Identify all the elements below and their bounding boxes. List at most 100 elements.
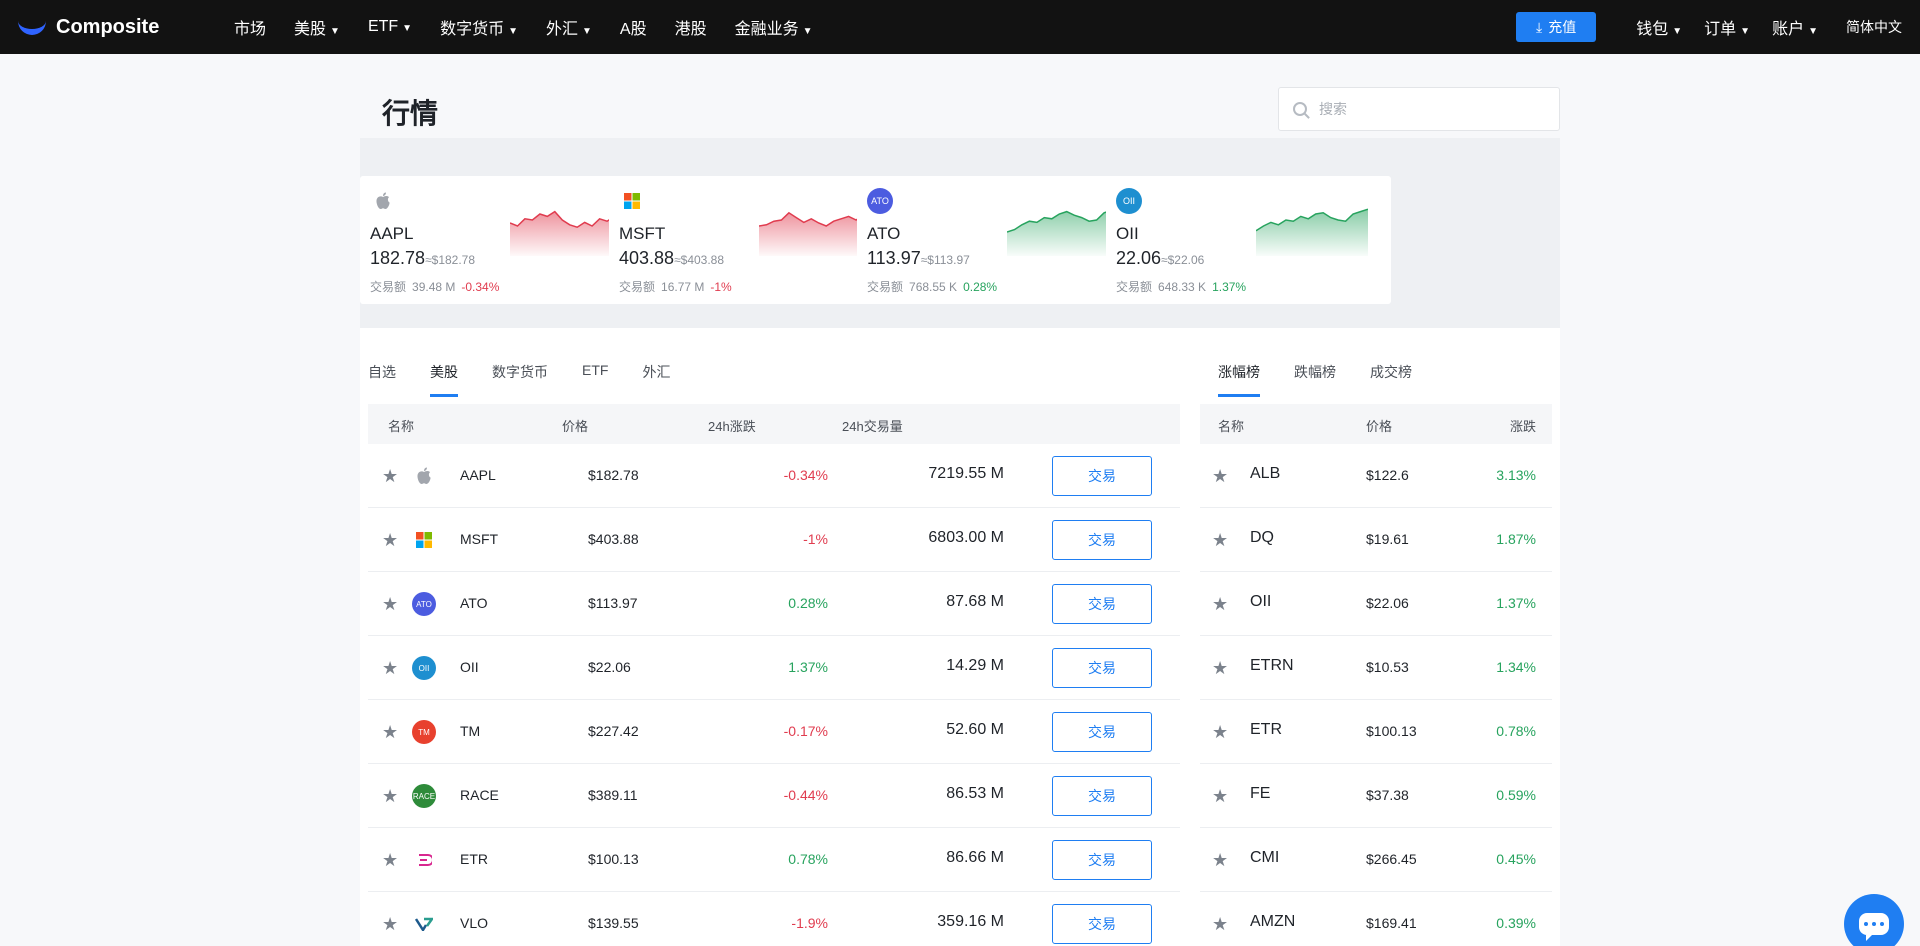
microsoft-icon — [412, 528, 436, 552]
star-icon[interactable]: ★ — [382, 722, 398, 743]
language-selector[interactable]: 简体中文 — [1846, 17, 1902, 37]
microsoft-icon — [619, 188, 645, 214]
table-row[interactable]: ★ MSFT $403.88 -1% 6803.00 M 交易 — [368, 508, 1180, 572]
ticker-card-ato[interactable]: ATO ATO 113.97≈$113.97 交易额 768.55 K 0.28% — [857, 176, 1142, 304]
star-icon[interactable]: ★ — [382, 914, 398, 935]
brand-logo[interactable]: Composite — [18, 16, 208, 39]
star-icon[interactable]: ★ — [1212, 722, 1228, 743]
row-change: 0.39% — [1496, 915, 1536, 931]
table-row[interactable]: ★ ALB $122.6 3.13% — [1200, 444, 1552, 508]
chevron-down-icon: ▼ — [330, 26, 340, 37]
market-table-header: 名称 价格 24h涨跌 24h交易量 — [368, 404, 1180, 444]
table-row[interactable]: ★ VLO $139.55 -1.9% 359.16 M 交易 — [368, 892, 1180, 946]
trade-button[interactable]: 交易 — [1052, 648, 1152, 688]
ticker-approx: ≈$113.97 — [920, 253, 970, 267]
table-row[interactable]: ★ OII $22.06 1.37% — [1200, 572, 1552, 636]
market-tables: 自选 美股 数字货币 ETF 外汇 名称 价格 24h涨跌 24h交易量 ★ AAPL $1… — [360, 328, 1560, 946]
trade-button[interactable]: 交易 — [1052, 776, 1152, 816]
table-row[interactable]: ★ ETRN $10.53 1.34% — [1200, 636, 1552, 700]
search-box[interactable] — [1278, 87, 1560, 131]
nav-item-4[interactable]: 外汇 ▼ — [546, 15, 592, 39]
trade-button[interactable]: 交易 — [1052, 712, 1152, 752]
star-icon[interactable]: ★ — [382, 786, 398, 807]
star-icon[interactable]: ★ — [1212, 850, 1228, 871]
row-price: $100.13 — [588, 851, 639, 867]
row-price: $403.88 — [588, 531, 639, 547]
row-price: $10.53 — [1366, 659, 1409, 675]
col-price: 价格 — [1366, 419, 1393, 434]
star-icon[interactable]: ★ — [1212, 914, 1228, 935]
trade-button[interactable]: 交易 — [1052, 520, 1152, 560]
tab-market_tabs-2[interactable]: 数字货币 — [492, 362, 548, 397]
table-row[interactable]: ★ DQ $19.61 1.87% — [1200, 508, 1552, 572]
row-symbol: ATO — [460, 595, 488, 611]
table-row[interactable]: ★ ATO ATO $113.97 0.28% 87.68 M 交易 — [368, 572, 1180, 636]
tab-rank_tabs-0[interactable]: 涨幅榜 — [1218, 362, 1260, 397]
nav-item-3[interactable]: 数字货币 ▼ — [440, 15, 518, 39]
table-row[interactable]: ★ OII OII $22.06 1.37% 14.29 M 交易 — [368, 636, 1180, 700]
nav-right: ⤓ 充值 钱包 ▼ 订单 ▼ 账户 ▼ 简体中文 — [1516, 0, 1902, 54]
chat-button[interactable] — [1844, 894, 1904, 946]
star-icon[interactable]: ★ — [382, 530, 398, 551]
row-change: 1.87% — [1496, 531, 1536, 547]
deposit-button[interactable]: ⤓ 充值 — [1516, 12, 1597, 42]
ticker-card-oii[interactable]: OII OII 22.06≈$22.06 交易额 648.33 K 1.37% — [1106, 176, 1391, 304]
row-price: $266.45 — [1366, 851, 1417, 867]
search-icon — [1293, 102, 1307, 116]
ticker-card-aapl[interactable]: AAPL 182.78≈$182.78 交易额 39.48 M -0.34% — [360, 176, 645, 304]
ticker-card-msft[interactable]: MSFT 403.88≈$403.88 交易额 16.77 M -1% — [609, 176, 894, 304]
table-row[interactable]: ★ AAPL $182.78 -0.34% 7219.55 M 交易 — [368, 444, 1180, 508]
star-icon[interactable]: ★ — [382, 466, 398, 487]
nav-item-6[interactable]: 港股 — [675, 15, 707, 39]
tab-rank_tabs-1[interactable]: 跌幅榜 — [1294, 362, 1336, 397]
search-input[interactable] — [1319, 101, 1539, 117]
table-row[interactable]: ★ RACE RACE $389.11 -0.44% 86.53 M 交易 — [368, 764, 1180, 828]
nav-wallet[interactable]: 钱包 ▼ — [1636, 15, 1682, 39]
table-row[interactable]: ★ ETR $100.13 0.78% — [1200, 700, 1552, 764]
row-change: 1.37% — [1496, 595, 1536, 611]
nav-item-1[interactable]: 美股 ▼ — [294, 15, 340, 39]
vlo-icon — [412, 912, 436, 936]
nav-account[interactable]: 账户 ▼ — [1772, 15, 1818, 39]
nav-orders[interactable]: 订单 ▼ — [1704, 15, 1750, 39]
ticker-approx: ≈$22.06 — [1161, 253, 1205, 267]
row-symbol: CMI — [1250, 849, 1280, 866]
tab-market_tabs-1[interactable]: 美股 — [430, 362, 458, 397]
star-icon[interactable]: ★ — [1212, 658, 1228, 679]
star-icon[interactable]: ★ — [1212, 466, 1228, 487]
star-icon[interactable]: ★ — [1212, 786, 1228, 807]
brand-name: Composite — [56, 15, 160, 38]
table-row[interactable]: ★ CMI $266.45 0.45% — [1200, 828, 1552, 892]
nav-item-2[interactable]: ETF ▼ — [368, 18, 412, 36]
star-icon[interactable]: ★ — [1212, 530, 1228, 551]
tab-market_tabs-4[interactable]: 外汇 — [642, 362, 670, 397]
ticker-approx: ≈$182.78 — [425, 253, 476, 267]
rank-table-header: 名称 价格 涨跌 — [1200, 404, 1552, 444]
table-row[interactable]: ★ AMZN $169.41 0.39% — [1200, 892, 1552, 946]
chevron-down-icon: ▼ — [1672, 26, 1683, 37]
tab-market_tabs-0[interactable]: 自选 — [368, 362, 396, 397]
chevron-down-icon: ▼ — [582, 26, 592, 37]
tab-market_tabs-3[interactable]: ETF — [582, 362, 608, 397]
trade-button[interactable]: 交易 — [1052, 840, 1152, 880]
table-row[interactable]: ★ ETR $100.13 0.78% 86.66 M 交易 — [368, 828, 1180, 892]
row-symbol: MSFT — [460, 531, 499, 547]
nav-item-7[interactable]: 金融业务 ▼ — [735, 15, 813, 39]
trade-button[interactable]: 交易 — [1052, 584, 1152, 624]
star-icon[interactable]: ★ — [382, 658, 398, 679]
table-row[interactable]: ★ FE $37.38 0.59% — [1200, 764, 1552, 828]
tab-rank_tabs-2[interactable]: 成交榜 — [1370, 362, 1412, 397]
trade-button[interactable]: 交易 — [1052, 456, 1152, 496]
ticker-change: 0.28% — [963, 280, 998, 294]
star-icon[interactable]: ★ — [382, 850, 398, 871]
nav-item-5[interactable]: A股 — [620, 15, 647, 39]
trade-button[interactable]: 交易 — [1052, 904, 1152, 944]
star-icon[interactable]: ★ — [382, 594, 398, 615]
sparkline-chart — [1256, 208, 1368, 256]
race-icon: RACE — [412, 784, 436, 808]
star-icon[interactable]: ★ — [1212, 594, 1228, 615]
table-row[interactable]: ★ TM TM $227.42 -0.17% 52.60 M 交易 — [368, 700, 1180, 764]
chevron-down-icon: ▼ — [508, 26, 518, 37]
row-price: $182.78 — [588, 467, 639, 483]
nav-item-0[interactable]: 市场 — [234, 15, 266, 39]
